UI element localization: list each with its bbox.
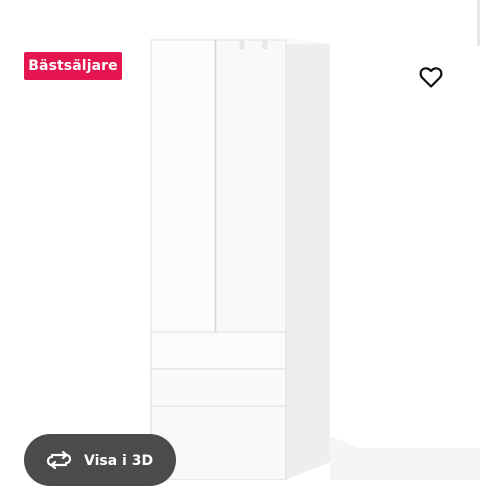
- rotate-3d-icon: [46, 449, 74, 471]
- view-in-3d-button[interactable]: Visa i 3D: [24, 434, 176, 486]
- door-knob-left: [239, 40, 245, 50]
- heart-outline-icon: [419, 67, 443, 88]
- wardrobe-left-door: [150, 39, 216, 336]
- wardrobe-right-door: [215, 39, 287, 336]
- door-knob-right: [262, 40, 268, 50]
- wardrobe-side-panel: [285, 38, 330, 480]
- favorite-button[interactable]: [412, 58, 450, 96]
- bestseller-badge: Bästsäljare: [24, 52, 122, 80]
- view-in-3d-label: Visa i 3D: [84, 453, 154, 469]
